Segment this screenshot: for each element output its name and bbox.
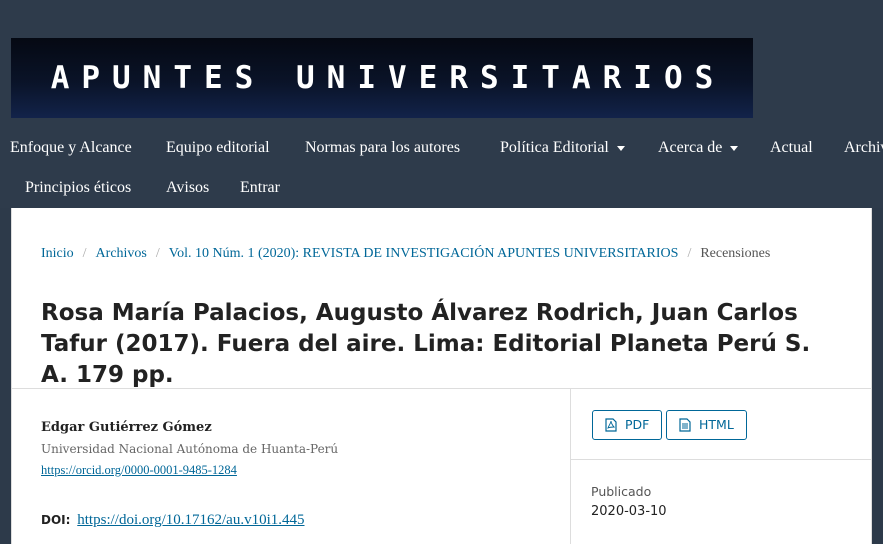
author-name: Edgar Gutiérrez Gómez — [41, 420, 212, 435]
nav-item-avisos[interactable]: Avisos — [166, 168, 209, 208]
orcid-link[interactable]: https://orcid.org/0000-0001-9485-1284 — [41, 463, 237, 478]
breadcrumb-archives-link[interactable]: Archivos — [96, 246, 147, 261]
published-label: Publicado — [591, 484, 652, 499]
nav-item-enfoque[interactable]: Enfoque y Alcance — [10, 128, 132, 168]
nav-item-actual[interactable]: Actual — [770, 128, 813, 168]
caret-down-icon — [730, 145, 739, 151]
nav-item-equipo[interactable]: Equipo editorial — [166, 128, 270, 168]
published-date: 2020-03-10 — [591, 504, 667, 519]
breadcrumb-home-link[interactable]: Inicio — [41, 246, 74, 261]
nav-item-label: Política Editorial — [500, 139, 609, 156]
breadcrumb-current: Recensiones — [700, 246, 771, 261]
nav-item-acerca[interactable]: Acerca de — [658, 128, 739, 168]
journal-banner[interactable]: APUNTES UNIVERSITARIOS — [11, 38, 753, 118]
pdf-galley-button[interactable]: PDF — [592, 410, 663, 440]
breadcrumb-separator: / — [82, 246, 87, 261]
nav-item-label: Acerca de — [658, 139, 723, 156]
breadcrumb: Inicio / Archivos / Vol. 10 Núm. 1 (2020): R… — [41, 246, 770, 262]
nav-item-normas[interactable]: Normas para los autores — [305, 128, 460, 168]
breadcrumb-issue-link[interactable]: Vol. 10 Núm. 1 (2020): REVISTA DE INVEST… — [169, 246, 679, 261]
section-divider — [12, 388, 871, 389]
column-divider — [570, 389, 571, 544]
html-galley-button[interactable]: HTML — [666, 410, 747, 440]
nav-item-principios[interactable]: Principios éticos — [25, 168, 131, 208]
article-title: Rosa María Palacios, Augusto Álvarez Rod… — [41, 300, 811, 388]
nav-item-archivos[interactable]: Archivos — [844, 128, 883, 168]
file-pdf-icon — [605, 418, 617, 432]
pdf-label: PDF — [625, 417, 650, 432]
author-affiliation: Universidad Nacional Autónoma de Huanta-… — [41, 442, 339, 456]
breadcrumb-separator: / — [687, 246, 692, 261]
sidebar-divider — [571, 459, 871, 460]
caret-down-icon — [616, 145, 625, 151]
breadcrumb-separator: / — [155, 246, 160, 261]
file-text-icon — [679, 418, 691, 432]
article-page: Inicio / Archivos / Vol. 10 Núm. 1 (2020): R… — [11, 208, 872, 544]
nav-item-politica[interactable]: Política Editorial — [500, 128, 625, 168]
site-header: APUNTES UNIVERSITARIOS Enfoque y Alcance… — [0, 0, 883, 208]
nav-item-entrar[interactable]: Entrar — [240, 168, 280, 208]
doi-link[interactable]: https://doi.org/10.17162/au.v10i1.445 — [77, 512, 304, 528]
html-label: HTML — [699, 417, 734, 432]
doi-label: DOI: — [41, 513, 71, 527]
doi-line: DOI: https://doi.org/10.17162/au.v10i1.4… — [41, 512, 305, 529]
banner-title: APUNTES UNIVERSITARIOS — [50, 60, 726, 96]
